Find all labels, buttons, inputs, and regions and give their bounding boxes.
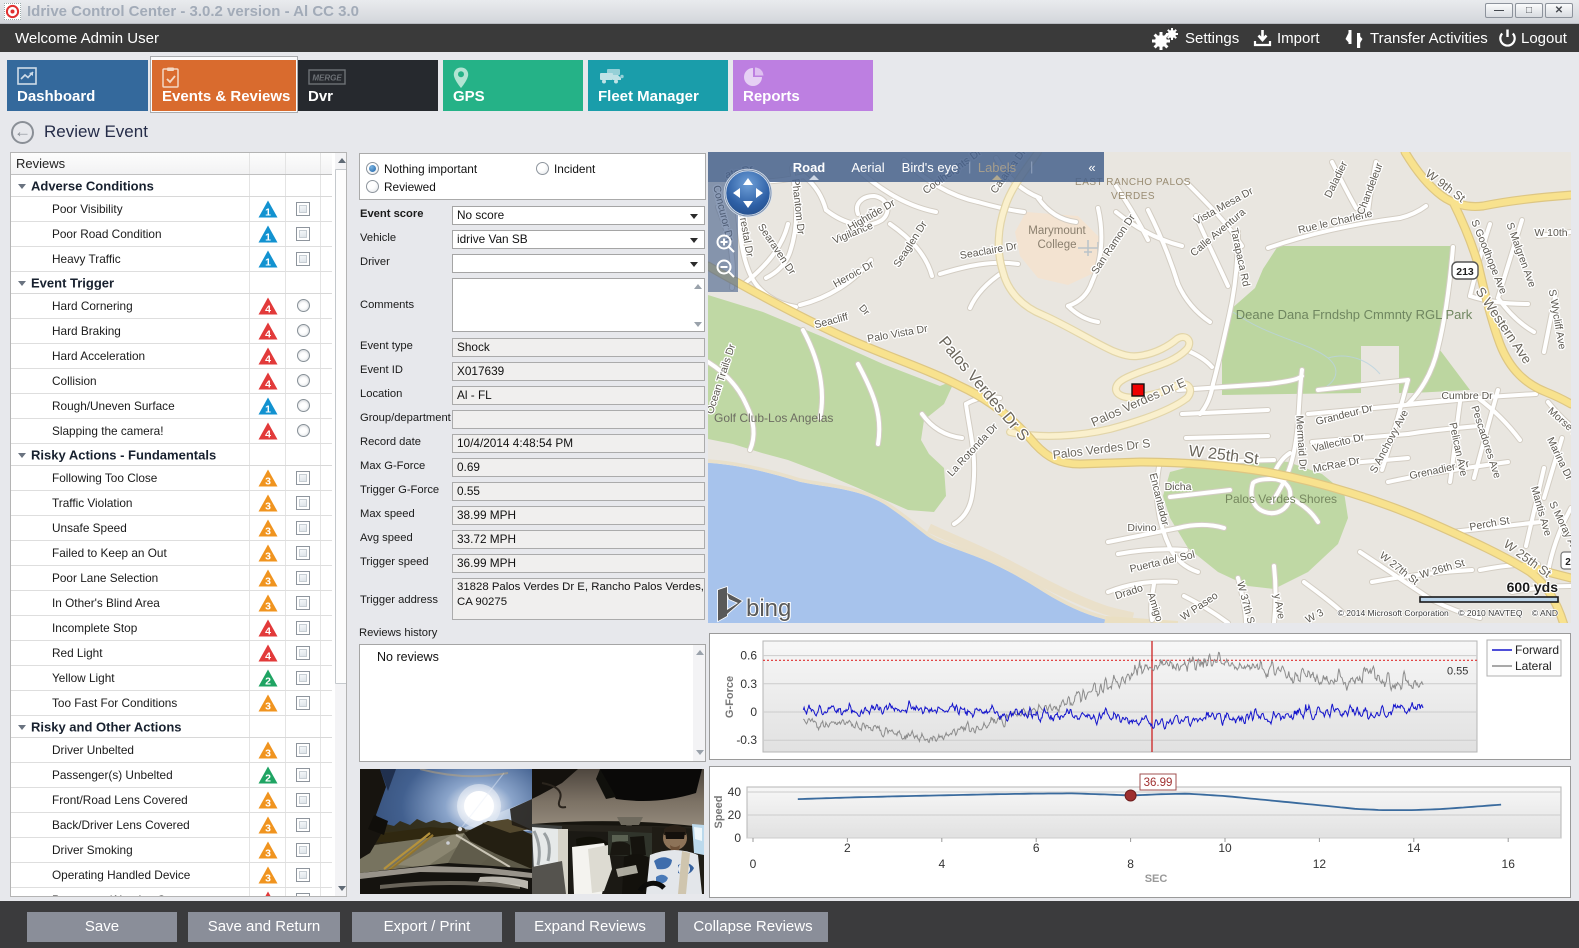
svg-text:SEC: SEC [1145, 873, 1168, 885]
svg-text:3: 3 [265, 873, 271, 885]
svg-text:Divino: Divino [1127, 522, 1156, 534]
svg-text:0: 0 [750, 857, 757, 871]
svg-text:Golf Club-Los Angelas: Golf Club-Los Angelas [714, 411, 833, 425]
svg-text:12: 12 [1313, 857, 1327, 871]
svg-text:1: 1 [265, 257, 271, 269]
svg-text:Deane Dana Frndshp Cmmnty RGL: Deane Dana Frndshp Cmmnty RGL Park [1236, 307, 1473, 322]
svg-text:2: 2 [265, 773, 271, 785]
svg-text:MERGE: MERGE [312, 74, 342, 83]
svg-text:6: 6 [1033, 841, 1040, 855]
svg-text:2: 2 [844, 841, 851, 855]
svg-text:Forward: Forward [1515, 643, 1559, 657]
svg-text:20: 20 [728, 808, 742, 822]
svg-text:3: 3 [265, 848, 271, 860]
svg-text:4: 4 [265, 304, 271, 316]
svg-text:16: 16 [1502, 857, 1516, 871]
svg-text:College: College [1038, 239, 1077, 251]
svg-text:3: 3 [265, 526, 271, 538]
svg-text:4: 4 [265, 329, 271, 341]
svg-text:Dicha: Dicha [1165, 481, 1192, 493]
svg-text:3: 3 [265, 701, 271, 713]
svg-text:Labels: Labels [978, 160, 1017, 175]
svg-text:G-Force: G-Force [724, 676, 736, 718]
svg-text:40: 40 [728, 785, 742, 799]
svg-text:0.6: 0.6 [740, 649, 757, 663]
svg-text:© 2014 Microsoft Corporation: © 2014 Microsoft Corporation © 2010 NAVT… [1338, 608, 1558, 618]
svg-text:4: 4 [938, 857, 945, 871]
svg-text:Road: Road [793, 160, 826, 175]
svg-text:0.55: 0.55 [1447, 665, 1468, 677]
svg-text:4: 4 [265, 651, 271, 663]
svg-text:213: 213 [1456, 266, 1474, 278]
svg-text:Aerial: Aerial [851, 160, 884, 175]
svg-text:Cumbre Dr: Cumbre Dr [1441, 390, 1493, 402]
svg-text:0: 0 [734, 831, 741, 845]
svg-text:8: 8 [1127, 857, 1134, 871]
svg-text:bing: bing [746, 595, 791, 622]
svg-text:1: 1 [265, 232, 271, 244]
svg-text:1: 1 [265, 404, 271, 416]
svg-text:Marymount: Marymount [1028, 225, 1086, 237]
svg-text:-0.3: -0.3 [736, 733, 757, 747]
svg-text:4: 4 [265, 354, 271, 366]
svg-text:Palos Verdes Shores: Palos Verdes Shores [1225, 492, 1337, 506]
svg-text:VERDES: VERDES [1111, 191, 1155, 202]
svg-text:3: 3 [265, 823, 271, 835]
svg-text:3: 3 [265, 748, 271, 760]
svg-text:0.3: 0.3 [740, 677, 757, 691]
svg-text:Bird's eye: Bird's eye [902, 160, 959, 175]
svg-text:4: 4 [265, 379, 271, 391]
svg-text:|: | [968, 159, 971, 174]
svg-text:3: 3 [265, 476, 271, 488]
svg-text:14: 14 [1407, 841, 1421, 855]
svg-text:Lateral: Lateral [1515, 659, 1552, 673]
svg-text:«: « [1088, 160, 1095, 175]
svg-text:3: 3 [265, 798, 271, 810]
svg-text:3: 3 [265, 551, 271, 563]
svg-text:|: | [1030, 159, 1033, 174]
svg-text:Speed: Speed [713, 795, 725, 828]
svg-text:4: 4 [265, 429, 271, 441]
svg-text:36.99: 36.99 [1144, 777, 1173, 789]
svg-text:3: 3 [265, 501, 271, 513]
svg-text:W 10th: W 10th [1534, 227, 1567, 239]
svg-text:0: 0 [750, 705, 757, 719]
svg-text:3: 3 [265, 601, 271, 613]
svg-text:3: 3 [265, 576, 271, 588]
svg-text:4: 4 [265, 626, 271, 638]
svg-text:600 yds: 600 yds [1507, 579, 1559, 595]
svg-text:2: 2 [265, 676, 271, 688]
svg-text:2: 2 [1565, 557, 1571, 568]
svg-text:10: 10 [1218, 841, 1232, 855]
svg-text:1: 1 [265, 207, 271, 219]
